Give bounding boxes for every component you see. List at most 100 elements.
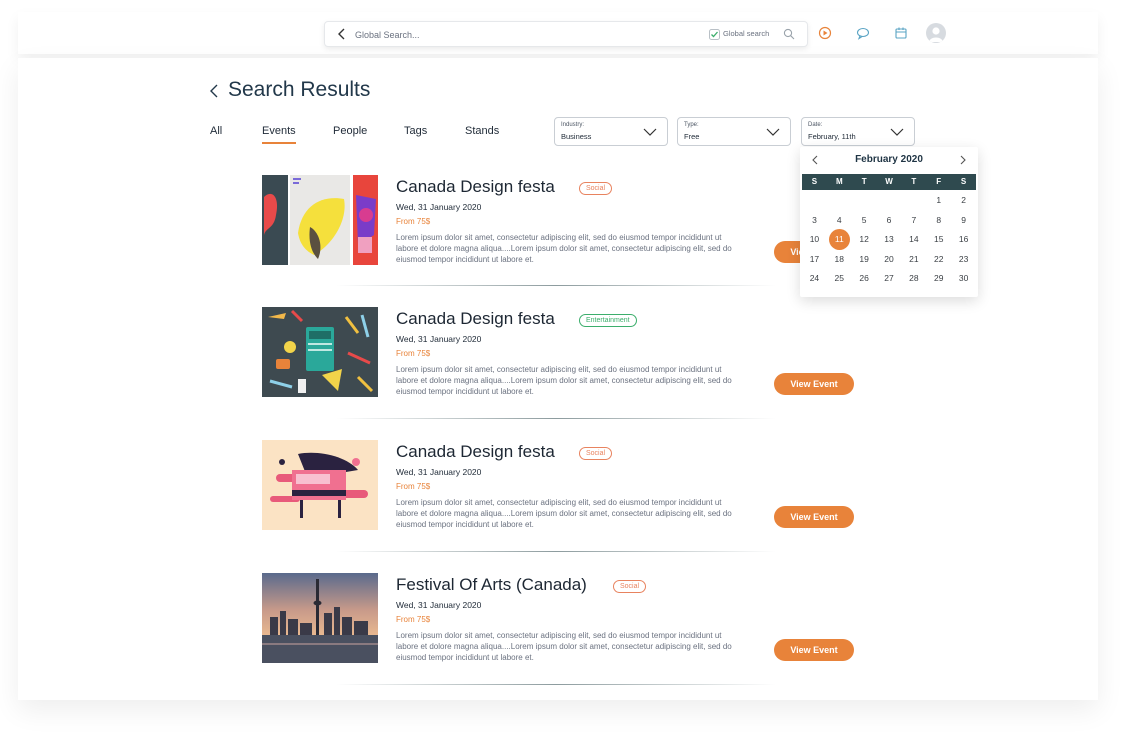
calendar-day[interactable]: 17 [802, 250, 827, 270]
calendar-day[interactable]: 19 [852, 250, 877, 270]
industry-filter-dropdown[interactable]: Industry: Business [554, 117, 668, 146]
tab-events[interactable]: Events [262, 125, 296, 144]
calendar-day[interactable]: 1 [926, 191, 951, 211]
event-thumbnail-image[interactable] [262, 440, 378, 530]
event-date: Wed, 31 January 2020 [396, 202, 482, 212]
calendar-month-title: February 2020 [855, 154, 923, 165]
calendar-week-row: 17 18 19 20 21 22 23 [802, 250, 976, 270]
calendar-day[interactable]: 27 [877, 269, 902, 289]
weekday-label: W [885, 177, 893, 186]
global-search-bar[interactable]: Global search [324, 21, 808, 47]
tab-stands[interactable]: Stands [465, 125, 499, 137]
calendar-day[interactable]: 25 [827, 269, 852, 289]
calendar-day[interactable]: 22 [926, 250, 951, 270]
event-tag-badge: Social [613, 580, 647, 593]
calendar-day[interactable]: 15 [926, 230, 951, 250]
event-price: From 75$ [396, 349, 431, 358]
calendar-day[interactable]: 6 [877, 211, 902, 231]
calendar-day[interactable]: 13 [877, 230, 902, 250]
event-title[interactable]: Canada Design festa [396, 177, 555, 197]
divider [336, 285, 776, 286]
calendar-week-row: 24 25 26 27 28 29 30 [802, 269, 976, 289]
checkbox-checked-icon[interactable] [709, 29, 720, 40]
calendar-day[interactable]: 2 [951, 191, 976, 211]
weekday-label: M [835, 177, 843, 186]
calendar-days-grid: 1 2 3 4 5 6 7 8 9 10 11 12 13 14 15 16 1… [802, 191, 976, 289]
event-description: Lorem ipsum dolor sit amet, consectetur … [396, 498, 732, 529]
event-card: Canada Design festa Social Wed, 31 Janua… [262, 175, 862, 295]
calendar-day[interactable]: 14 [901, 230, 926, 250]
event-thumbnail-image[interactable] [262, 307, 378, 397]
event-title[interactable]: Canada Design festa [396, 442, 555, 462]
event-date: Wed, 31 January 2020 [396, 600, 482, 610]
calendar-day[interactable]: 23 [951, 250, 976, 270]
event-description: Lorem ipsum dolor sit amet, consectetur … [396, 365, 732, 396]
page-title: Search Results [228, 78, 371, 101]
top-bar: Global search [18, 12, 1098, 54]
event-date: Wed, 31 January 2020 [396, 334, 482, 344]
back-chevron-icon[interactable] [208, 83, 220, 99]
weekday-label: T [861, 177, 867, 186]
calendar-day[interactable]: 18 [827, 250, 852, 270]
event-thumbnail-image[interactable] [262, 573, 378, 663]
chat-icon[interactable] [856, 26, 870, 40]
calendar-day[interactable]: 9 [951, 211, 976, 231]
date-filter-value: February, 11th [808, 132, 856, 141]
calendar-day[interactable]: 29 [926, 269, 951, 289]
date-picker-calendar: February 2020 S M T W T F S 1 2 3 4 5 6 … [800, 147, 978, 297]
back-arrow-icon[interactable] [335, 27, 349, 41]
event-title[interactable]: Festival Of Arts (Canada) [396, 575, 587, 595]
chevron-down-icon [766, 128, 780, 136]
event-price: From 75$ [396, 482, 431, 491]
view-event-button[interactable]: View Event [774, 373, 854, 395]
calendar-day[interactable]: 4 [827, 211, 852, 231]
weekday-label: T [911, 177, 917, 186]
weekday-label: F [936, 177, 942, 186]
calendar-day [802, 191, 827, 211]
event-price: From 75$ [396, 217, 431, 226]
event-date: Wed, 31 January 2020 [396, 467, 482, 477]
calendar-week-row: 3 4 5 6 7 8 9 [802, 211, 976, 231]
event-title[interactable]: Canada Design festa [396, 309, 555, 329]
weekday-label: S [811, 177, 818, 186]
event-card: Festival Of Arts (Canada) Social Wed, 31… [262, 573, 862, 693]
calendar-day [852, 191, 877, 211]
tab-people[interactable]: People [333, 125, 367, 137]
search-icon[interactable] [783, 28, 795, 40]
calendar-day[interactable]: 26 [852, 269, 877, 289]
calendar-day[interactable]: 21 [901, 250, 926, 270]
type-filter-dropdown[interactable]: Type: Free [677, 117, 791, 146]
calendar-day[interactable]: 30 [951, 269, 976, 289]
calendar-icon[interactable] [894, 26, 908, 40]
calendar-day[interactable]: 20 [877, 250, 902, 270]
calendar-week-row: 1 2 [802, 191, 976, 211]
calendar-day[interactable]: 28 [901, 269, 926, 289]
play-icon[interactable] [818, 26, 832, 40]
calendar-day[interactable]: 24 [802, 269, 827, 289]
view-event-button[interactable]: View Event [774, 639, 854, 661]
calendar-day[interactable]: 10 [802, 230, 827, 250]
industry-filter-label: Industry: [561, 122, 585, 128]
type-filter-value: Free [684, 132, 700, 141]
chevron-right-icon[interactable] [958, 155, 968, 165]
calendar-day[interactable]: 16 [951, 230, 976, 250]
tab-tags[interactable]: Tags [404, 125, 427, 137]
calendar-day[interactable]: 5 [852, 211, 877, 231]
user-avatar[interactable] [926, 23, 946, 43]
chevron-down-icon [890, 128, 904, 136]
calendar-day[interactable]: 12 [852, 230, 877, 250]
global-search-input[interactable] [355, 26, 655, 44]
tab-all[interactable]: All [210, 125, 222, 137]
divider [336, 551, 776, 552]
calendar-day[interactable]: 7 [901, 211, 926, 231]
date-filter-dropdown[interactable]: Date: February, 11th [801, 117, 915, 146]
calendar-day-selected[interactable]: 11 [827, 229, 852, 250]
calendar-day[interactable]: 3 [802, 211, 827, 231]
calendar-day[interactable]: 8 [926, 211, 951, 231]
weekday-label: S [960, 177, 967, 186]
type-filter-label: Type: [684, 122, 699, 128]
calendar-weekday-header: S M T W T F S [802, 174, 976, 190]
global-search-label: Global search [723, 29, 770, 38]
view-event-button[interactable]: View Event [774, 506, 854, 528]
event-thumbnail-image[interactable] [262, 175, 378, 265]
